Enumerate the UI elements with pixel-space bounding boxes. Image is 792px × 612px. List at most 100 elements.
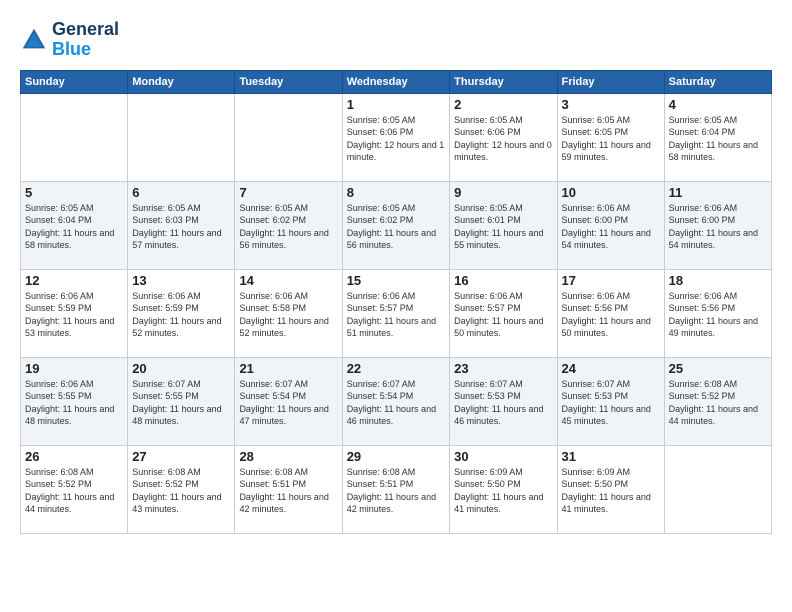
day-number: 4 — [669, 97, 767, 112]
weekday-header-tuesday: Tuesday — [235, 70, 342, 93]
calendar-cell: 24Sunrise: 6:07 AMSunset: 5:53 PMDayligh… — [557, 357, 664, 445]
calendar-cell: 20 Sunrise: 6:07 AMSunset: 5:55 PMDayligh… — [128, 357, 235, 445]
day-info: Sunrise: 6:05 AMSunset: 6:03 PMDaylight:… — [132, 202, 230, 252]
calendar-cell: 6 Sunrise: 6:05 AMSunset: 6:03 PMDaylight… — [128, 181, 235, 269]
day-number: 19 — [25, 361, 123, 376]
day-info: Sunrise: 6:06 AMSunset: 5:59 PMDaylight:… — [132, 290, 230, 340]
day-number: 2 — [454, 97, 552, 112]
calendar-cell — [664, 445, 771, 533]
day-number: 12 — [25, 273, 123, 288]
calendar-cell — [128, 93, 235, 181]
calendar-cell: 11 Sunrise: 6:06 AMSunset: 6:00 PMDayligh… — [664, 181, 771, 269]
day-number: 30 — [454, 449, 552, 464]
day-info: Sunrise: 6:06 AMSunset: 5:56 PMDaylight:… — [562, 290, 660, 340]
calendar-week-row: 19 Sunrise: 6:06 AMSunset: 5:55 PMDayligh… — [21, 357, 772, 445]
calendar-week-row: 5 Sunrise: 6:05 AMSunset: 6:04 PMDaylight… — [21, 181, 772, 269]
day-number: 8 — [347, 185, 445, 200]
calendar-cell: 27 Sunrise: 6:08 AMSunset: 5:52 PMDayligh… — [128, 445, 235, 533]
calendar-cell: 7 Sunrise: 6:05 AMSunset: 6:02 PMDaylight… — [235, 181, 342, 269]
day-number: 6 — [132, 185, 230, 200]
calendar-cell: 5 Sunrise: 6:05 AMSunset: 6:04 PMDaylight… — [21, 181, 128, 269]
day-info: Sunrise: 6:05 AMSunset: 6:04 PMDaylight:… — [25, 202, 123, 252]
day-info: Sunrise: 6:07 AMSunset: 5:54 PMDaylight:… — [239, 378, 337, 428]
calendar-cell: 23 Sunrise: 6:07 AMSunset: 5:53 PMDayligh… — [450, 357, 557, 445]
logo-text: General Blue — [52, 20, 119, 60]
day-number: 28 — [239, 449, 337, 464]
day-number: 3 — [562, 97, 660, 112]
day-number: 27 — [132, 449, 230, 464]
day-info: Sunrise: 6:07 AMSunset: 5:55 PMDaylight:… — [132, 378, 230, 428]
day-info: Sunrise: 6:06 AMSunset: 5:55 PMDaylight:… — [25, 378, 123, 428]
day-info: Sunrise: 6:09 AMSunset: 5:50 PMDaylight:… — [454, 466, 552, 516]
day-number: 23 — [454, 361, 552, 376]
day-info: Sunrise: 6:08 AMSunset: 5:52 PMDaylight:… — [25, 466, 123, 516]
calendar-cell: 10Sunrise: 6:06 AMSunset: 6:00 PMDayligh… — [557, 181, 664, 269]
day-info: Sunrise: 6:08 AMSunset: 5:51 PMDaylight:… — [347, 466, 445, 516]
day-number: 11 — [669, 185, 767, 200]
day-info: Sunrise: 6:05 AMSunset: 6:06 PMDaylight:… — [454, 114, 552, 164]
day-number: 14 — [239, 273, 337, 288]
day-info: Sunrise: 6:05 AMSunset: 6:04 PMDaylight:… — [669, 114, 767, 164]
day-number: 20 — [132, 361, 230, 376]
day-number: 18 — [669, 273, 767, 288]
calendar-cell: 22 Sunrise: 6:07 AMSunset: 5:54 PMDayligh… — [342, 357, 449, 445]
calendar-cell: 3 Sunrise: 6:05 AMSunset: 6:05 PMDaylight… — [557, 93, 664, 181]
day-number: 9 — [454, 185, 552, 200]
day-number: 25 — [669, 361, 767, 376]
day-number: 10 — [562, 185, 660, 200]
day-info: Sunrise: 6:07 AMSunset: 5:53 PMDaylight:… — [562, 378, 660, 428]
calendar-cell: 28 Sunrise: 6:08 AMSunset: 5:51 PMDayligh… — [235, 445, 342, 533]
day-number: 21 — [239, 361, 337, 376]
day-number: 15 — [347, 273, 445, 288]
calendar-cell: 18 Sunrise: 6:06 AMSunset: 5:56 PMDayligh… — [664, 269, 771, 357]
day-info: Sunrise: 6:05 AMSunset: 6:02 PMDaylight:… — [239, 202, 337, 252]
calendar-cell: 2 Sunrise: 6:05 AMSunset: 6:06 PMDaylight… — [450, 93, 557, 181]
calendar-cell: 16Sunrise: 6:06 AMSunset: 5:57 PMDayligh… — [450, 269, 557, 357]
calendar-cell: 15Sunrise: 6:06 AMSunset: 5:57 PMDayligh… — [342, 269, 449, 357]
day-number: 29 — [347, 449, 445, 464]
day-info: Sunrise: 6:06 AMSunset: 5:56 PMDaylight:… — [669, 290, 767, 340]
day-info: Sunrise: 6:06 AMSunset: 5:57 PMDaylight:… — [454, 290, 552, 340]
calendar-cell: 14Sunrise: 6:06 AMSunset: 5:58 PMDayligh… — [235, 269, 342, 357]
calendar-table: SundayMondayTuesdayWednesdayThursdayFrid… — [20, 70, 772, 534]
calendar-week-row: 26 Sunrise: 6:08 AMSunset: 5:52 PMDayligh… — [21, 445, 772, 533]
calendar-cell: 25 Sunrise: 6:08 AMSunset: 5:52 PMDayligh… — [664, 357, 771, 445]
day-number: 17 — [562, 273, 660, 288]
calendar-cell: 8 Sunrise: 6:05 AMSunset: 6:02 PMDaylight… — [342, 181, 449, 269]
day-number: 31 — [562, 449, 660, 464]
day-info: Sunrise: 6:05 AMSunset: 6:02 PMDaylight:… — [347, 202, 445, 252]
weekday-header-saturday: Saturday — [664, 70, 771, 93]
calendar-cell: 4 Sunrise: 6:05 AMSunset: 6:04 PMDaylight… — [664, 93, 771, 181]
logo-icon — [20, 26, 48, 54]
day-info: Sunrise: 6:08 AMSunset: 5:52 PMDaylight:… — [669, 378, 767, 428]
day-number: 5 — [25, 185, 123, 200]
day-number: 26 — [25, 449, 123, 464]
day-number: 1 — [347, 97, 445, 112]
logo: General Blue — [20, 20, 119, 60]
day-info: Sunrise: 6:06 AMSunset: 6:00 PMDaylight:… — [669, 202, 767, 252]
day-info: Sunrise: 6:07 AMSunset: 5:54 PMDaylight:… — [347, 378, 445, 428]
weekday-header-row: SundayMondayTuesdayWednesdayThursdayFrid… — [21, 70, 772, 93]
weekday-header-thursday: Thursday — [450, 70, 557, 93]
day-number: 7 — [239, 185, 337, 200]
day-number: 13 — [132, 273, 230, 288]
weekday-header-monday: Monday — [128, 70, 235, 93]
calendar-cell: 9Sunrise: 6:05 AMSunset: 6:01 PMDaylight… — [450, 181, 557, 269]
calendar-cell: 12 Sunrise: 6:06 AMSunset: 5:59 PMDayligh… — [21, 269, 128, 357]
calendar-cell: 29 Sunrise: 6:08 AMSunset: 5:51 PMDayligh… — [342, 445, 449, 533]
calendar-cell: 26 Sunrise: 6:08 AMSunset: 5:52 PMDayligh… — [21, 445, 128, 533]
day-info: Sunrise: 6:05 AMSunset: 6:05 PMDaylight:… — [562, 114, 660, 164]
calendar-cell: 17 Sunrise: 6:06 AMSunset: 5:56 PMDayligh… — [557, 269, 664, 357]
calendar-cell: 1 Sunrise: 6:05 AMSunset: 6:06 PMDaylight… — [342, 93, 449, 181]
weekday-header-wednesday: Wednesday — [342, 70, 449, 93]
day-info: Sunrise: 6:08 AMSunset: 5:51 PMDaylight:… — [239, 466, 337, 516]
day-info: Sunrise: 6:05 AMSunset: 6:06 PMDaylight:… — [347, 114, 445, 164]
day-info: Sunrise: 6:06 AMSunset: 5:59 PMDaylight:… — [25, 290, 123, 340]
calendar-cell: 31Sunrise: 6:09 AMSunset: 5:50 PMDayligh… — [557, 445, 664, 533]
day-number: 22 — [347, 361, 445, 376]
day-info: Sunrise: 6:07 AMSunset: 5:53 PMDaylight:… — [454, 378, 552, 428]
calendar-cell: 19 Sunrise: 6:06 AMSunset: 5:55 PMDayligh… — [21, 357, 128, 445]
day-info: Sunrise: 6:08 AMSunset: 5:52 PMDaylight:… — [132, 466, 230, 516]
weekday-header-sunday: Sunday — [21, 70, 128, 93]
calendar-week-row: 12 Sunrise: 6:06 AMSunset: 5:59 PMDayligh… — [21, 269, 772, 357]
